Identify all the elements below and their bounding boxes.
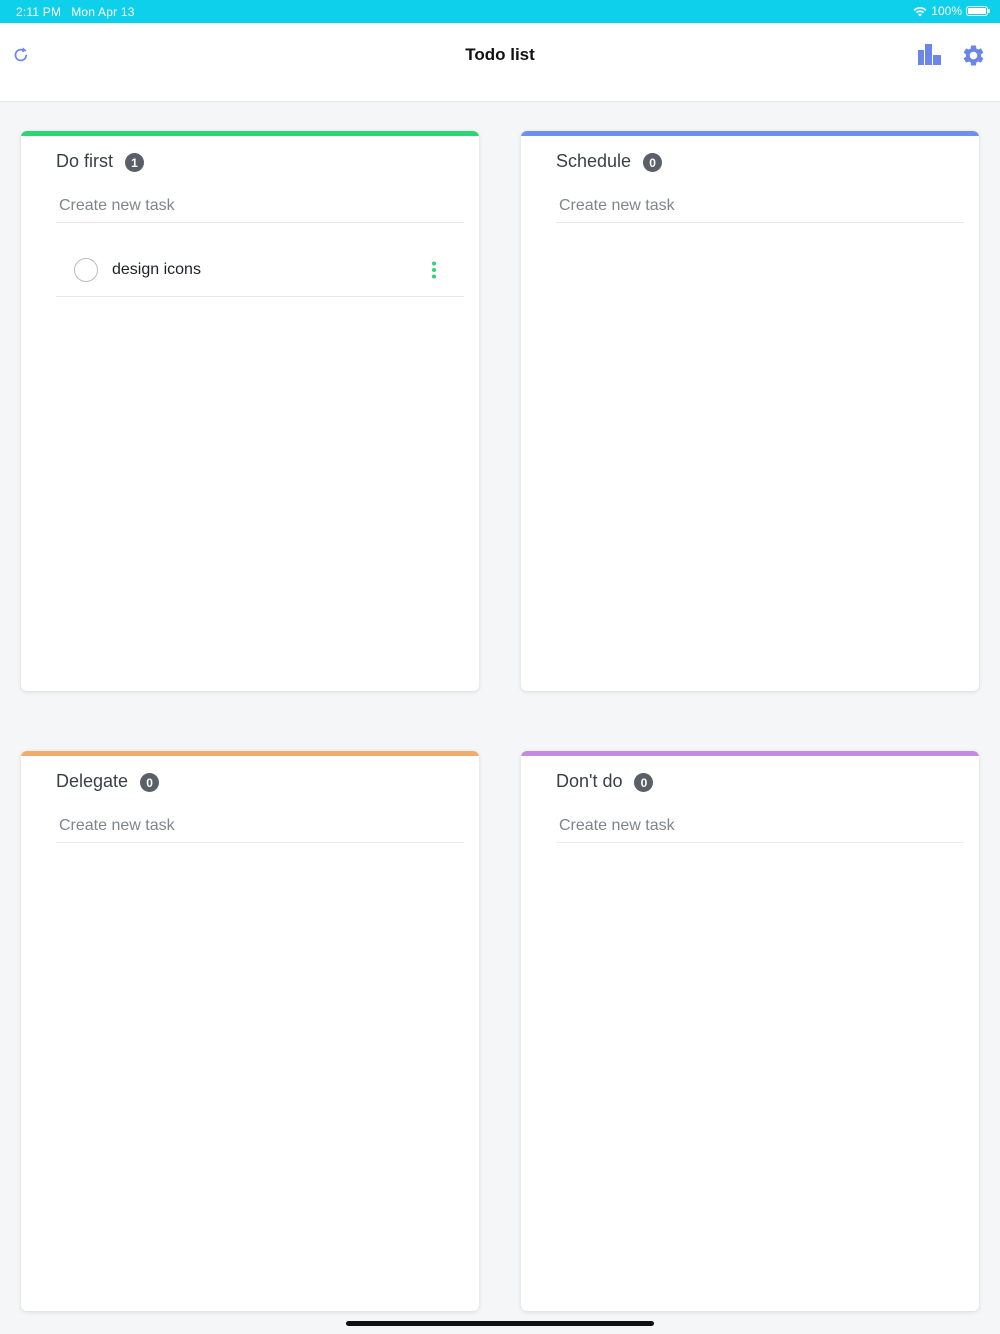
quadrant-accent-bar bbox=[21, 131, 479, 136]
more-vertical-icon bbox=[432, 261, 436, 279]
quadrant-title: Schedule bbox=[556, 151, 632, 171]
quadrant-header: Schedule 0 bbox=[556, 151, 663, 172]
task-count-badge: 1 bbox=[125, 153, 145, 172]
navbar: Todo list bbox=[0, 23, 1000, 102]
quadrant-header: Do first 1 bbox=[56, 151, 145, 172]
stats-button[interactable] bbox=[917, 43, 942, 70]
new-task-input[interactable] bbox=[56, 809, 464, 843]
task-count-badge: 0 bbox=[140, 773, 160, 792]
settings-button[interactable] bbox=[961, 43, 986, 73]
new-task-input[interactable] bbox=[556, 189, 964, 223]
task-count-badge: 0 bbox=[634, 773, 654, 792]
quadrant-header: Don't do 0 bbox=[556, 771, 654, 792]
status-date: Mon Apr 13 bbox=[71, 5, 135, 19]
page-title: Todo list bbox=[465, 45, 535, 64]
quadrant-header: Delegate 0 bbox=[56, 771, 160, 792]
quadrant-dont-do: Don't do 0 bbox=[521, 751, 979, 1311]
new-task-input[interactable] bbox=[56, 189, 464, 223]
task-text: design icons bbox=[112, 261, 201, 278]
quadrant-accent-bar bbox=[521, 131, 979, 136]
quadrant-accent-bar bbox=[521, 751, 979, 756]
status-time: 2:11 PM bbox=[16, 5, 62, 19]
quadrant-accent-bar bbox=[21, 751, 479, 756]
status-time-date: 2:11 PM Mon Apr 13 bbox=[16, 5, 135, 19]
quadrant-schedule: Schedule 0 bbox=[521, 131, 979, 691]
battery-icon bbox=[966, 6, 990, 16]
status-bar: 2:11 PM Mon Apr 13 100% bbox=[0, 0, 1000, 23]
task-count-badge: 0 bbox=[643, 153, 663, 172]
quadrant-title: Delegate bbox=[56, 771, 129, 791]
task-checkbox[interactable] bbox=[74, 258, 98, 282]
new-task-input[interactable] bbox=[556, 809, 964, 843]
home-indicator[interactable] bbox=[346, 1321, 654, 1326]
status-indicators: 100% bbox=[913, 4, 990, 18]
wifi-icon bbox=[913, 6, 927, 16]
bar-chart-icon bbox=[918, 44, 941, 65]
quadrant-title: Don't do bbox=[556, 771, 623, 791]
gear-icon bbox=[963, 45, 984, 66]
quadrant-do-first: Do first 1 design icons bbox=[21, 131, 479, 691]
quadrant-title: Do first bbox=[56, 151, 114, 171]
task-item[interactable]: design icons bbox=[56, 241, 464, 297]
quadrant-delegate: Delegate 0 bbox=[21, 751, 479, 1311]
task-more-button[interactable] bbox=[428, 261, 440, 279]
battery-percent: 100% bbox=[931, 4, 962, 18]
